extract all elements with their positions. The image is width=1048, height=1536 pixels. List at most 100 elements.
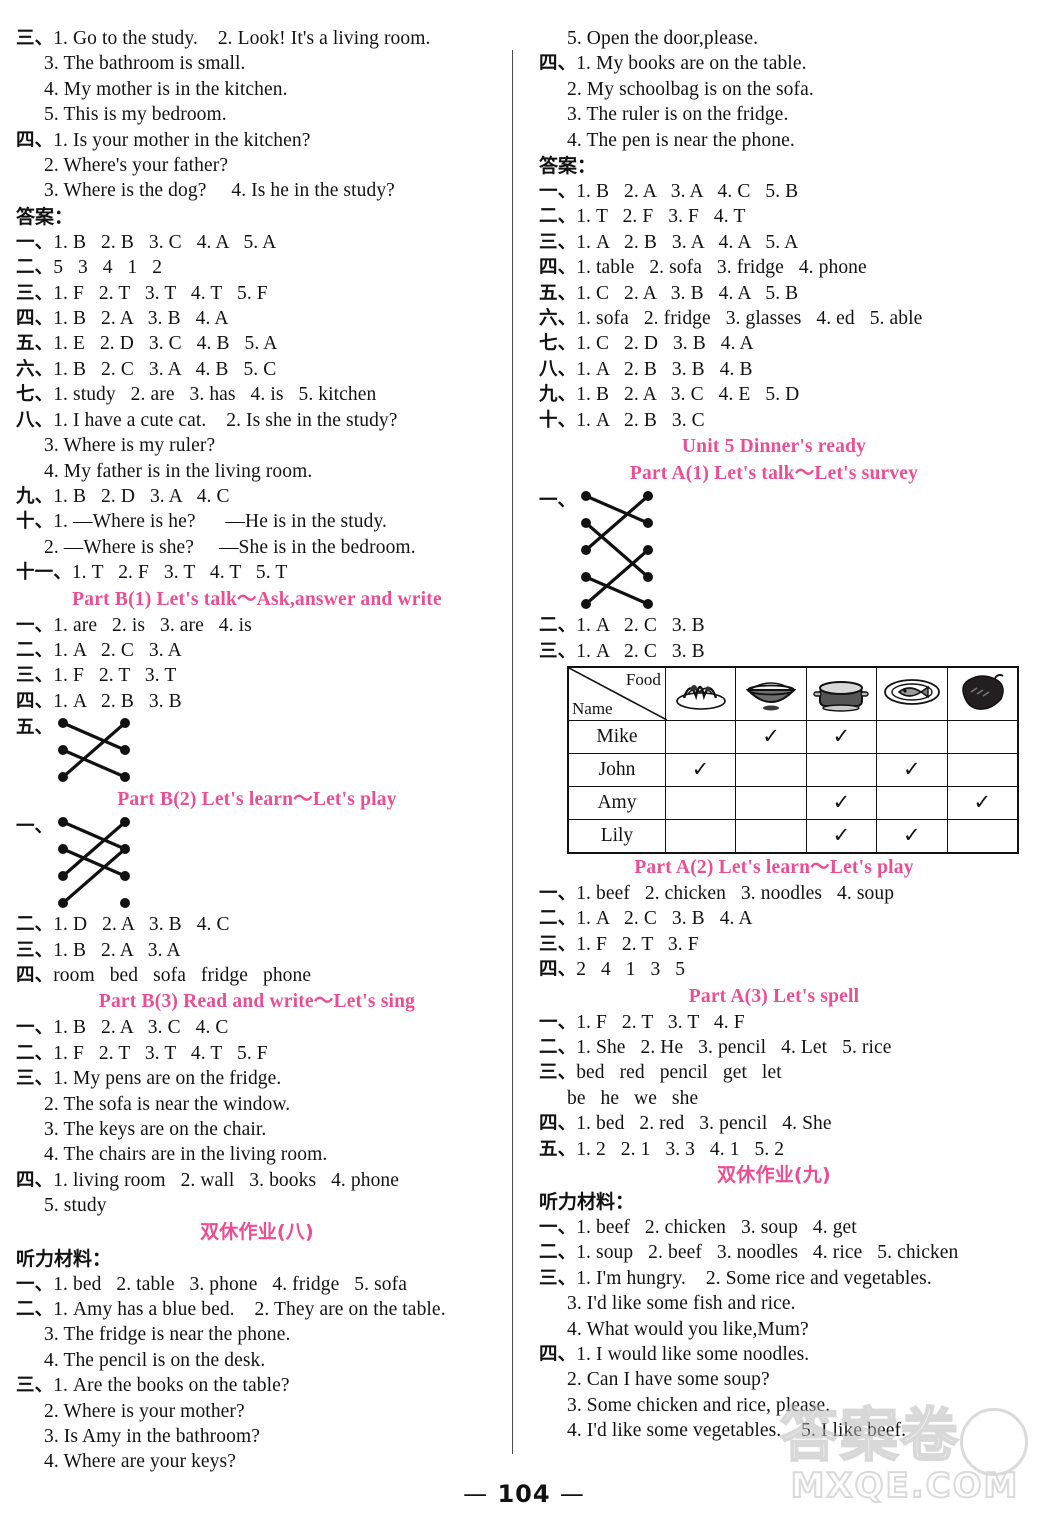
checkmark-icon: ✓ [832, 789, 851, 814]
answer-text: 1. C 2. A 3. B 4. A 5. B [576, 282, 799, 304]
empty-cell [664, 785, 737, 820]
answer-number-label: 三、 [539, 933, 577, 955]
answer-line: 4. Where are your keys? [16, 1449, 498, 1474]
right-column: 5. Open the door,please. 四、1. My books ar… [513, 26, 1019, 1441]
answer-line: 三、1. F 2. T 3. T 4. T 5. F [16, 281, 498, 306]
answer-number-label: 四、 [539, 1113, 577, 1135]
answer-line: 九、1. B 2. D 3. A 4. C [16, 484, 498, 509]
answer-text: 1. bed 2. table 3. phone 4. fridge 5. so… [53, 1273, 407, 1295]
answer-line: 3. Where is the dog? 4. Is he in the stu… [16, 178, 498, 203]
answer-line: 二、1. A 2. C 3. A [16, 638, 498, 663]
answer-line: 二、1. F 2. T 3. T 4. T 5. F [16, 1041, 498, 1066]
answer-number-label: 一、 [16, 1273, 54, 1295]
answer-number-label: 四、 [16, 1169, 54, 1191]
answer-line: 二、1. She 2. He 3. pencil 4. Let 5. rice [539, 1035, 1009, 1060]
food-header-cell [805, 666, 878, 721]
matching-number-label: 一、 [16, 816, 54, 838]
answer-text: 4. Where are your keys? [44, 1451, 236, 1473]
answer-number-label: 二、 [539, 1242, 577, 1264]
answer-line: 5. This is my bedroom. [16, 102, 498, 127]
answer-text: 1. Is your mother in the kitchen? [53, 129, 311, 151]
answer-line: 一、1. B 2. A 3. C 4. C [16, 1015, 498, 1040]
section-heading: Part A(2) Let's learn～Let's play [634, 856, 914, 878]
answer-number-label: 一、 [16, 614, 54, 636]
checkmark-icon: ✓ [903, 756, 921, 781]
answer-line: 二、1. T 2. F 3. F 4. T [539, 204, 1009, 229]
checkmark-icon: ✓ [903, 822, 921, 847]
empty-cell [735, 752, 807, 787]
answer-number-label: 十、 [16, 511, 54, 533]
answer-number-label: 二、 [16, 914, 54, 936]
answer-number-label: 二、 [539, 206, 577, 228]
answer-line: 5. study [16, 1193, 498, 1218]
answer-line: 三、1. My pens are on the fridge. [16, 1066, 498, 1091]
answer-text: 1. B 2. D 3. A 4. C [53, 485, 230, 507]
answer-text: 4. The pen is near the phone. [567, 129, 795, 151]
student-name-cell: Amy [567, 785, 666, 820]
answer-line: 二、1. soup 2. beef 3. noodles 4. rice 5. … [539, 1240, 1009, 1265]
answer-number-label: 三、 [16, 665, 54, 687]
answer-number-label: 二、 [539, 1036, 577, 1058]
answer-line: 4. The pen is near the phone. [539, 128, 1009, 153]
answer-text: 1. B 2. A 3. A [53, 939, 181, 961]
answer-text: 1. A 2. B 3. A 4. A 5. A [576, 231, 799, 253]
answer-text: 3. Some chicken and rice, please. [567, 1394, 831, 1416]
answer-text: 2. Where's your father? [44, 155, 229, 177]
matching-number-label: 五、 [16, 717, 54, 739]
matching-exercise: 一、 [539, 487, 1009, 613]
answer-text: 1. 2 2. 1 3. 3 4. 1 5. 2 [576, 1138, 785, 1160]
answer-line: 三、1. Go to the study. 2. Look! It's a li… [16, 26, 498, 51]
answer-number-label: 四、 [16, 964, 54, 986]
answer-line-group: 一、1. B 2. B 3. C 4. A 5. A 二、5 3 4 1 2 三、1… [16, 230, 498, 586]
answer-line: 一、1. F 2. T 3. T 4. F [539, 1010, 1009, 1035]
answer-text: 5 3 4 1 2 [53, 257, 163, 279]
empty-cell [735, 785, 807, 820]
table-row: Mike ✓ ✓ [567, 719, 1019, 754]
rice-bowl-icon [745, 682, 797, 711]
answer-line: 3. I'd like some fish and rice. [539, 1291, 1009, 1316]
answer-number-label: 七、 [539, 333, 577, 355]
answer-text: 1. She 2. He 3. pencil 4. Let 5. rice [576, 1036, 892, 1058]
answer-number-label: 二、 [16, 639, 54, 661]
answer-text: 1. study 2. are 3. has 4. is 5. kitchen [53, 384, 377, 406]
food-header-cell [946, 666, 1019, 721]
answer-text: 1. F 2. T 3. T 4. T 5. F [53, 282, 268, 304]
answer-line: 四、1. I would like some noodles. [539, 1342, 1009, 1367]
answer-line: 十、1. —Where is he? —He is in the study. [16, 509, 498, 534]
answer-text: 1. Go to the study. 2. Look! It's a livi… [53, 28, 431, 49]
answer-number-label: 一、 [539, 1011, 577, 1033]
table-header-row: Food Name [567, 666, 1019, 721]
answer-line-group: 二、1. D 2. A 3. B 4. C 三、1. B 2. A 3. A 四、r… [16, 912, 498, 988]
page-number-value: 104 [497, 1480, 551, 1508]
matching-lines-svg [58, 718, 131, 783]
answer-line: 二、1. A 2. C 3. B [539, 613, 1009, 638]
answer-line: 六、1. B 2. C 3. A 4. B 5. C [16, 357, 498, 382]
answer-line: 八、1. I have a cute cat. 2. Is she in the… [16, 408, 498, 433]
answer-text: 1. B 2. A 3. C 4. C [53, 1017, 229, 1039]
page-number: — 104 — [0, 1480, 1048, 1508]
answer-line-group: 一、1. are 2. is 3. are 4. is 二、1. A 2. C 3… [16, 613, 498, 715]
answer-number-label: 五、 [16, 333, 54, 355]
answer-line: 一、1. beef 2. chicken 3. soup 4. get [539, 1215, 1009, 1240]
answer-text: 1. bed 2. red 3. pencil 4. She [576, 1113, 832, 1135]
answer-number-label: 九、 [539, 384, 577, 406]
answer-line: 三、1. Are the books on the table? [16, 1373, 498, 1398]
answer-line: 3. The ruler is on the fridge. [539, 102, 1009, 127]
answer-line: 十一、1. T 2. F 3. T 4. T 5. T [16, 560, 498, 585]
answer-number-label: 四、 [539, 257, 577, 279]
soup-pot-icon [813, 681, 870, 713]
food-survey-table: Food Name Mike ✓ ✓ John ✓ ✓ Amy ✓ ✓ Lily ✓ ✓ [567, 665, 1019, 854]
matching-number-label: 一、 [539, 490, 577, 512]
answer-line: 4. My father is in the living room. [16, 459, 498, 484]
answer-number-label: 三、 [16, 1068, 54, 1090]
corner-name-label: Name [572, 698, 613, 718]
answer-number-label: 三、 [16, 28, 54, 49]
answer-line: 四、room bed sofa fridge phone [16, 963, 498, 988]
answer-line: 2. The sofa is near the window. [16, 1092, 498, 1117]
answer-line-group: 5. Open the door,please. 四、1. My books ar… [539, 26, 1009, 153]
table-row: Amy ✓ ✓ [567, 785, 1019, 820]
food-header-cell [664, 666, 737, 721]
answer-number-label: 四、 [16, 129, 54, 151]
section-heading: Part B(1) Let's talk～Ask,answer and writ… [72, 588, 442, 610]
answer-text: 1. B 2. B 3. C 4. A 5. A [53, 231, 277, 253]
